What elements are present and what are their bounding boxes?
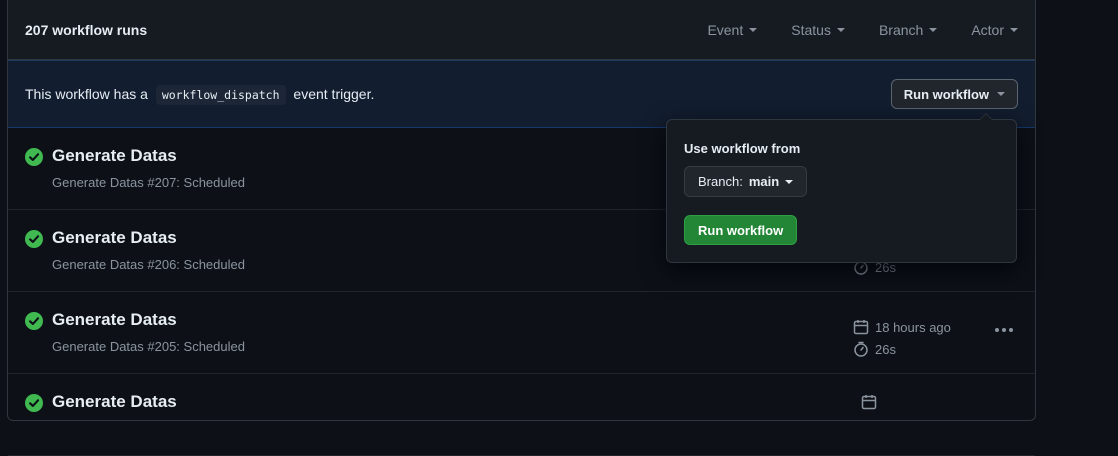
use-workflow-from-label: Use workflow from [684,141,801,156]
branch-select-button[interactable]: Branch: main [684,166,808,197]
kebab-horizontal-icon[interactable] [995,328,1013,332]
caret-down-icon [749,27,758,32]
branch-filter-label: Branch [878,21,924,38]
calendar-icon [861,395,877,410]
caret-down-icon [836,27,845,32]
run-workflow-dropdown-label: Run workflow [903,86,989,102]
check-circle-icon [25,148,43,166]
run-title[interactable]: Generate Datas [52,146,177,166]
check-circle-icon [25,394,43,412]
run-meta: 18 hours ago 26s [853,316,951,360]
run-time-text: 18 hours ago [875,319,951,335]
actor-filter-label: Actor [971,21,1004,38]
run-duration: 26s [853,338,951,360]
branch-filter[interactable]: Branch [878,21,938,38]
run-duration-text: 26s [875,341,896,357]
caret-down-icon [1010,27,1018,32]
run-workflow-popover: Use workflow from Branch: main Run workf… [666,113,1017,263]
banner-text-before: This workflow has a [25,86,148,102]
run-time: 18 hours ago [853,316,951,338]
run-title[interactable]: Generate Datas [52,310,177,330]
run-workflow-dropdown-button[interactable]: Run workflow [890,79,1018,109]
event-filter-label: Event [707,21,744,38]
dispatch-banner: This workflow has a workflow_dispatch ev… [8,60,1035,128]
run-title[interactable]: Generate Datas [52,228,177,248]
check-circle-icon [25,312,43,330]
run-subtitle: Generate Datas #206: Scheduled [52,257,245,272]
stopwatch-icon [854,341,868,357]
status-filter[interactable]: Status [791,22,845,38]
status-filter-label: Status [791,21,831,38]
run-title[interactable]: Generate Datas [52,392,177,412]
branch-value: main [748,174,780,189]
workflow-run-row[interactable]: Generate Datas [8,374,1035,456]
runs-header: 207 workflow runs Event Status Branch Ac… [8,0,1035,60]
run-subtitle: Generate Datas #205: Scheduled [52,339,245,354]
banner-text-after: event trigger. [293,86,375,102]
calendar-icon [853,320,869,335]
caret-down-icon [997,92,1005,96]
workflow-run-row[interactable]: Generate Datas Generate Datas #205: Sche… [8,292,1035,374]
caret-down-icon [929,27,938,32]
trigger-code: workflow_dispatch [155,85,286,105]
branch-prefix: Branch: [698,174,743,189]
caret-down-icon [785,179,794,184]
event-filter[interactable]: Event [707,21,758,38]
actor-filter[interactable]: Actor [971,22,1018,38]
runs-count-title: 207 workflow runs [25,21,148,38]
check-circle-icon [25,230,43,248]
run-subtitle: Generate Datas #207: Scheduled [52,175,245,190]
run-workflow-submit-button[interactable]: Run workflow [684,215,798,245]
filter-bar: Event Status Branch Actor [707,22,1018,38]
banner-text: This workflow has a workflow_dispatch ev… [25,85,891,105]
